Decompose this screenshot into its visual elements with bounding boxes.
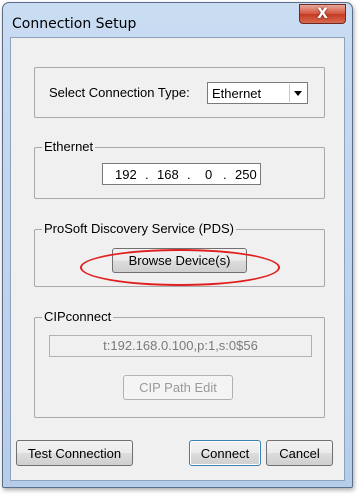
ip-address-input[interactable]: 192 . 168 . 0 . 250 <box>102 163 261 185</box>
cancel-button[interactable]: Cancel <box>266 440 333 466</box>
ip-octet-1: 192 <box>115 167 137 182</box>
connection-type-value: Ethernet <box>212 86 262 101</box>
close-icon: X <box>317 6 328 22</box>
ip-octet-4: 250 <box>235 167 257 182</box>
cipconnect-group: CIPconnect t:192.168.0.100,p:1,s:0$56 CI… <box>34 309 325 418</box>
chevron-down-icon[interactable] <box>289 84 306 102</box>
pds-group: ProSoft Discovery Service (PDS) Browse D… <box>34 221 325 287</box>
cip-path-edit-button: CIP Path Edit <box>123 375 233 400</box>
connection-type-group: Select Connection Type: Ethernet <box>34 67 325 118</box>
browse-devices-button[interactable]: Browse Device(s) <box>112 248 247 273</box>
cipconnect-group-label: CIPconnect <box>42 309 114 325</box>
pds-group-label: ProSoft Discovery Service (PDS) <box>42 221 236 237</box>
close-button[interactable]: X <box>299 4 346 24</box>
connection-setup-dialog: Connection Setup X Select Connection Typ… <box>2 2 353 488</box>
ethernet-group: Ethernet 192 . 168 . 0 . 250 <box>34 139 325 199</box>
ip-dot-2: . <box>187 167 191 182</box>
window-title: Connection Setup <box>12 16 137 32</box>
dialog-body: Select Connection Type: Ethernet Etherne… <box>10 37 345 481</box>
ethernet-group-label: Ethernet <box>42 139 96 155</box>
ip-octet-3: 0 <box>205 167 213 182</box>
ip-dot-3: . <box>223 167 227 182</box>
test-connection-button[interactable]: Test Connection <box>16 440 133 466</box>
cip-path-field: t:192.168.0.100,p:1,s:0$56 <box>49 335 312 357</box>
ip-dot-1: . <box>145 167 149 182</box>
ip-octet-2: 168 <box>157 167 179 182</box>
connection-type-label: Select Connection Type: <box>49 85 190 100</box>
connection-type-select[interactable]: Ethernet <box>207 82 308 104</box>
connect-button[interactable]: Connect <box>189 440 261 466</box>
